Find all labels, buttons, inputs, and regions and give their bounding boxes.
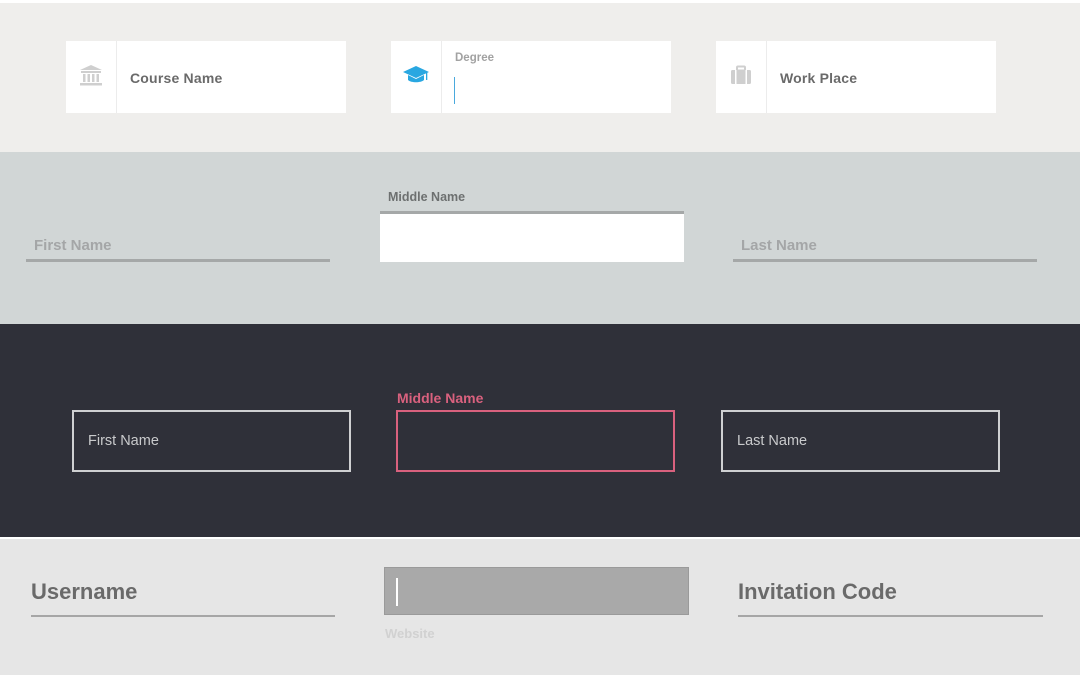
first-name-placeholder: First Name <box>88 433 159 449</box>
invitation-code-underline <box>738 615 1043 617</box>
last-name-input[interactable]: Last Name <box>721 410 1000 472</box>
work-place-label: Work Place <box>780 70 858 86</box>
first-name-input[interactable]: First Name <box>72 410 351 472</box>
middle-name-label: Middle Name <box>397 390 484 406</box>
degree-icon-cell <box>391 41 442 113</box>
first-name-underline <box>26 259 330 262</box>
website-label: Website <box>385 626 435 641</box>
degree-field[interactable]: Degree <box>391 41 671 113</box>
work-place-field[interactable]: Work Place <box>716 41 996 113</box>
website-input[interactable] <box>384 567 689 615</box>
middle-name-input[interactable] <box>380 211 684 262</box>
invitation-code-label: Invitation Code <box>738 579 897 604</box>
large-fields-section: Username Website Invitation Code <box>0 537 1080 675</box>
course-name-label: Course Name <box>130 70 223 86</box>
graduation-cap-icon <box>402 65 430 90</box>
text-caret <box>454 77 455 104</box>
username-underline <box>31 615 335 617</box>
middle-name-input[interactable] <box>396 410 675 472</box>
last-name-underline <box>733 259 1037 262</box>
institution-icon <box>79 64 103 91</box>
icon-fields-section: Course Name Degree Work Place <box>0 0 1080 152</box>
last-name-label: Last Name <box>741 237 817 254</box>
briefcase-icon <box>730 65 752 90</box>
work-icon-cell <box>716 41 767 113</box>
middle-name-label: Middle Name <box>388 190 466 204</box>
last-name-placeholder: Last Name <box>737 433 808 449</box>
outline-fields-section: First Name Middle Name Last Name <box>0 324 1080 537</box>
first-name-label: First Name <box>34 237 112 254</box>
underline-fields-section: First Name Middle Name Last Name <box>0 152 1080 324</box>
username-label: Username <box>31 579 138 604</box>
course-icon-cell <box>66 41 117 113</box>
degree-label: Degree <box>455 52 494 64</box>
text-caret <box>396 578 398 606</box>
course-name-field[interactable]: Course Name <box>66 41 346 113</box>
